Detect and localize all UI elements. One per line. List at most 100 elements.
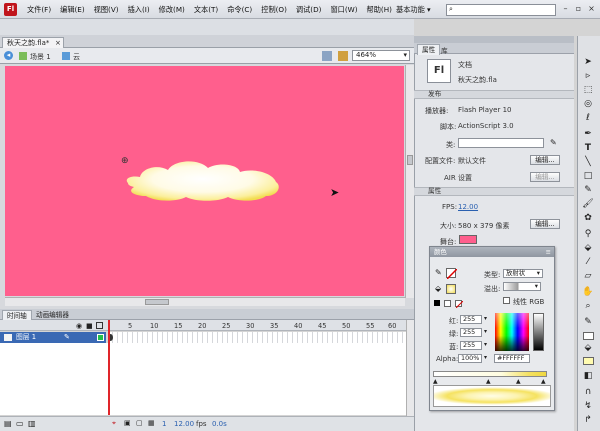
gradient-stop[interactable]: ▲: [486, 378, 491, 385]
playhead[interactable]: [108, 320, 110, 415]
black-white-tool-icon[interactable]: ◧: [582, 370, 594, 382]
workspace-dropdown[interactable]: 基本功能 ▾: [396, 3, 431, 16]
zoom-select[interactable]: 464% ▾: [352, 50, 410, 61]
tab-motion-editor[interactable]: 动画编辑器: [32, 310, 73, 320]
menu-commands[interactable]: 命令(C): [224, 0, 256, 19]
green-input[interactable]: 255: [460, 328, 482, 337]
onion-outline-icon[interactable]: ▢: [136, 419, 143, 427]
stroke-swatch[interactable]: [446, 268, 458, 280]
new-folder-icon[interactable]: ▭: [16, 419, 24, 428]
frame-strip[interactable]: [108, 332, 406, 343]
subselection-tool-icon[interactable]: ▹: [582, 70, 594, 82]
properties-section-header[interactable]: 属性: [414, 187, 574, 196]
back-icon[interactable]: ◂: [4, 51, 13, 60]
smooth-tool-icon[interactable]: ↯: [582, 400, 594, 412]
breadcrumb-symbol[interactable]: 云: [73, 52, 80, 62]
fps-value[interactable]: 12.00: [458, 203, 478, 211]
edit-class-icon[interactable]: ✎: [550, 138, 557, 147]
lasso-tool-icon[interactable]: ℓ: [582, 112, 594, 124]
overflow-select[interactable]: ▾: [503, 282, 541, 291]
color-panel-title[interactable]: 颜色 ≡: [430, 247, 554, 257]
tab-library[interactable]: 库: [441, 45, 448, 55]
blue-stepper-icon[interactable]: ▾: [484, 341, 487, 348]
edit-multiple-icon[interactable]: ▦: [148, 419, 155, 427]
pen-tool-icon[interactable]: ✒: [582, 128, 594, 140]
paint-bucket-tool-icon[interactable]: ⬙: [582, 242, 594, 254]
center-frame-icon[interactable]: ⌖: [112, 419, 116, 428]
red-stepper-icon[interactable]: ▾: [484, 315, 487, 322]
layer-color-swatch[interactable]: [97, 334, 104, 341]
snap-tool-icon[interactable]: ∩: [582, 386, 594, 398]
menu-control[interactable]: 控制(O): [258, 0, 291, 19]
fill-color-swatch[interactable]: [583, 357, 594, 365]
timeline-scrollbar[interactable]: [406, 320, 414, 416]
stage[interactable]: ⊕ ➤: [5, 66, 404, 296]
fill-color-tool-icon[interactable]: ⬙: [582, 342, 594, 354]
pencil-tool-icon[interactable]: ✎: [582, 184, 594, 196]
breadcrumb-scene[interactable]: 场景 1: [30, 52, 51, 62]
eraser-tool-icon[interactable]: ▱: [582, 270, 594, 282]
hand-tool-icon[interactable]: ✋: [582, 286, 594, 298]
alpha-stepper-icon[interactable]: ▾: [484, 354, 487, 361]
deco-tool-icon[interactable]: ✿: [582, 212, 594, 224]
menu-debug[interactable]: 调试(D): [293, 0, 326, 19]
tab-timeline[interactable]: 时间轴: [2, 310, 32, 320]
new-layer-icon[interactable]: ▤: [4, 419, 12, 428]
gradient-stop[interactable]: ▲: [541, 378, 546, 385]
menu-window[interactable]: 窗口(W): [327, 0, 361, 19]
3d-rotation-tool-icon[interactable]: ◎: [582, 98, 594, 110]
text-tool-icon[interactable]: T: [582, 142, 594, 154]
close-tab-icon[interactable]: ×: [55, 38, 61, 48]
stroke-color-tool-icon[interactable]: ✎: [582, 316, 594, 328]
edit-size-button[interactable]: 编辑...: [530, 219, 560, 229]
stroke-color-swatch[interactable]: [583, 332, 594, 340]
vertical-scroll-thumb[interactable]: [407, 155, 413, 165]
close-button[interactable]: ×: [586, 4, 597, 14]
gradient-bar[interactable]: [433, 371, 547, 377]
fill-swatch[interactable]: [446, 284, 456, 294]
search-input[interactable]: ⌕: [446, 4, 556, 16]
blue-input[interactable]: 255: [460, 341, 482, 350]
hex-input[interactable]: #FFFFFF: [494, 354, 530, 363]
gradient-stop[interactable]: ▲: [516, 378, 521, 385]
lock-icon[interactable]: ■: [86, 322, 93, 330]
eye-icon[interactable]: ◉: [76, 322, 82, 330]
gradient-stop[interactable]: ▲: [433, 378, 438, 385]
no-color-button[interactable]: [455, 300, 464, 309]
selection-tool-icon[interactable]: ➤: [582, 56, 594, 68]
menu-modify[interactable]: 修改(M): [156, 0, 189, 19]
outline-icon[interactable]: [96, 322, 103, 329]
eyedropper-tool-icon[interactable]: ⁄: [582, 256, 594, 268]
alpha-input[interactable]: 100%: [458, 354, 482, 363]
swap-colors-icon[interactable]: [444, 300, 451, 307]
menu-text[interactable]: 文本(T): [191, 0, 222, 19]
menu-view[interactable]: 视图(V): [91, 0, 123, 19]
current-frame[interactable]: 1: [162, 420, 166, 428]
brush-tool-icon[interactable]: 🖌: [582, 198, 594, 210]
vertical-scrollbar[interactable]: [405, 65, 414, 298]
linear-rgb-checkbox[interactable]: [503, 297, 510, 304]
menu-help[interactable]: 帮助(H): [364, 0, 396, 19]
cloud-shape[interactable]: [120, 156, 285, 204]
menu-file[interactable]: 文件(F): [24, 0, 55, 19]
delete-layer-icon[interactable]: ▥: [28, 419, 36, 428]
stage-color-swatch[interactable]: [459, 235, 477, 244]
panel-menu-icon[interactable]: ≡: [546, 247, 551, 257]
class-input[interactable]: [458, 138, 544, 148]
straighten-tool-icon[interactable]: ↱: [582, 414, 594, 426]
horizontal-scroll-thumb[interactable]: [145, 299, 169, 305]
edit-scene-icon[interactable]: [322, 51, 332, 61]
tab-properties[interactable]: 属性: [417, 44, 441, 55]
green-stepper-icon[interactable]: ▾: [484, 328, 487, 335]
document-tab[interactable]: 秋天之韵.fla* ×: [2, 37, 64, 48]
red-input[interactable]: 255: [460, 315, 482, 324]
panel-grip[interactable]: [414, 36, 574, 43]
horizontal-scrollbar[interactable]: [5, 297, 405, 306]
minimize-button[interactable]: –: [560, 4, 571, 14]
layer-row[interactable]: 图层 1: [0, 332, 106, 343]
zoom-tool-icon[interactable]: ⌕: [582, 300, 594, 312]
free-transform-tool-icon[interactable]: ⬚: [582, 84, 594, 96]
fill-bucket-icon[interactable]: ⬙: [435, 284, 441, 293]
line-tool-icon[interactable]: ╲: [582, 156, 594, 168]
onion-skin-icon[interactable]: ▣: [124, 419, 131, 427]
